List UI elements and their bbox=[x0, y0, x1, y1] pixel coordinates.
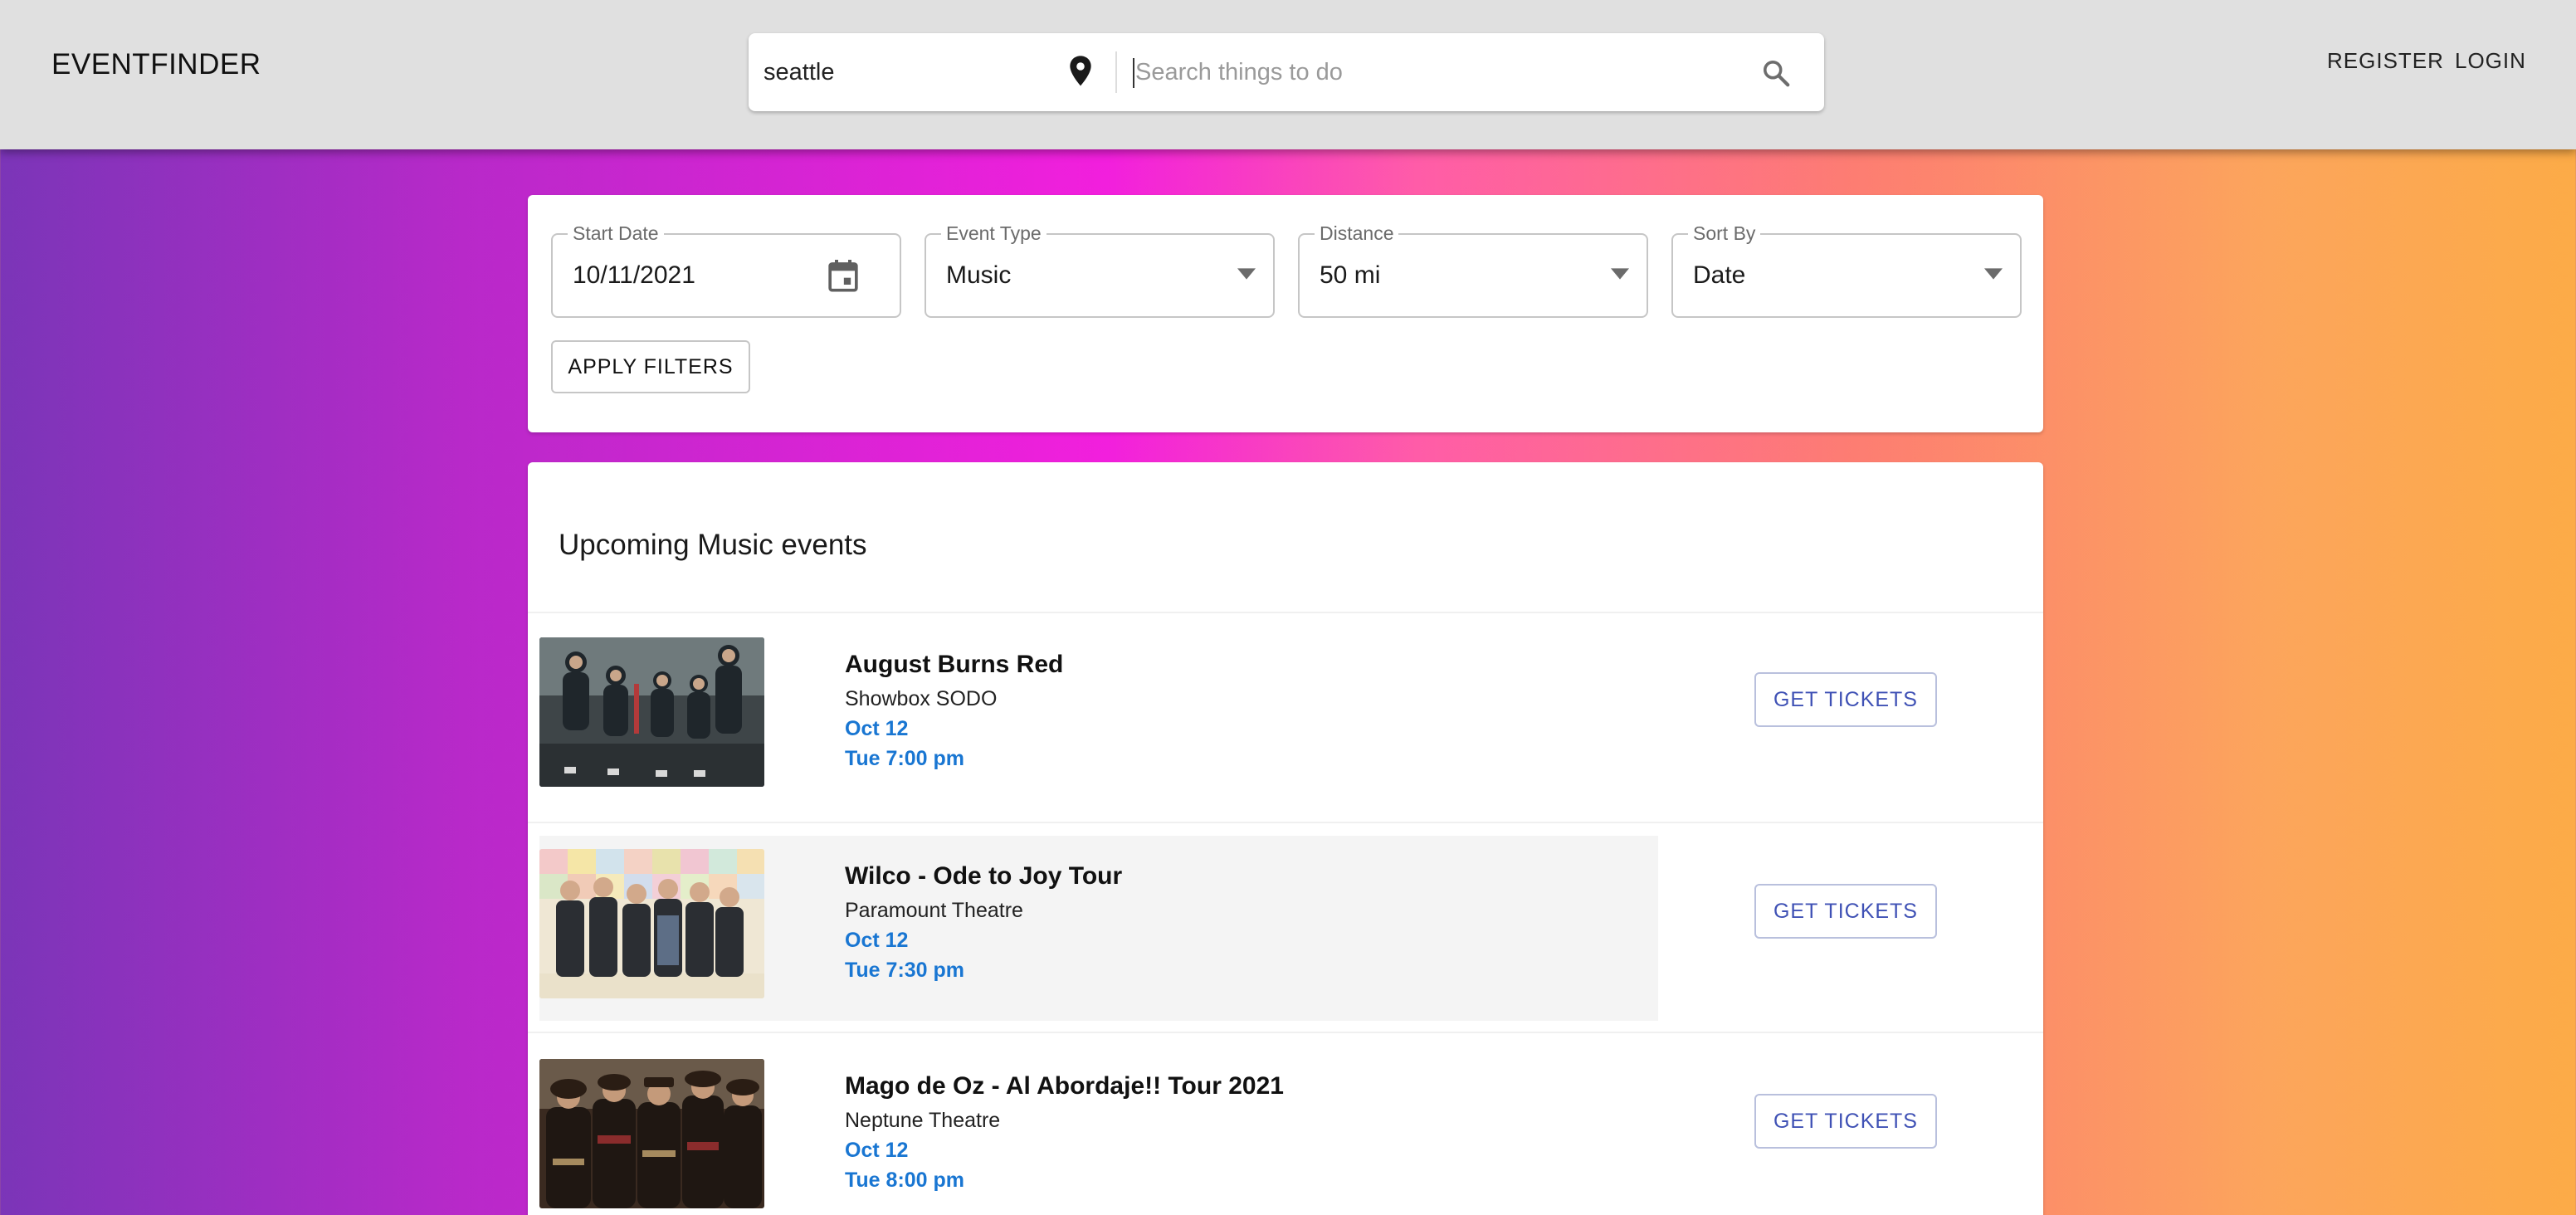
sort-by-label: Sort By bbox=[1688, 222, 1761, 245]
get-tickets-button[interactable]: GET TICKETS bbox=[1754, 884, 1937, 939]
event-date: Oct 12 bbox=[845, 929, 909, 952]
search-icon[interactable] bbox=[1761, 58, 1791, 92]
distance-select[interactable]: Distance 50 mi bbox=[1298, 222, 1648, 318]
location-pin-icon[interactable] bbox=[1067, 55, 1094, 92]
apply-filters-button[interactable]: APPLY FILTERS bbox=[551, 340, 750, 393]
events-list-panel: Upcoming Music events August Burns Red S… bbox=[528, 462, 2043, 1215]
location-input[interactable] bbox=[764, 33, 1062, 111]
login-link[interactable]: LOGIN bbox=[2455, 48, 2526, 74]
distance-label: Distance bbox=[1315, 222, 1399, 245]
event-row[interactable]: Wilco - Ode to Joy Tour Paramount Theatr… bbox=[539, 836, 2033, 1021]
start-date-field[interactable]: Start Date 10/11/2021 bbox=[551, 222, 901, 318]
get-tickets-button[interactable]: GET TICKETS bbox=[1754, 672, 1937, 727]
event-thumbnail[interactable] bbox=[539, 849, 764, 998]
event-type-value[interactable]: Music bbox=[946, 261, 1011, 290]
event-venue: Showbox SODO bbox=[845, 687, 998, 710]
event-date: Oct 12 bbox=[845, 1139, 909, 1162]
dropdown-arrow-icon[interactable] bbox=[1611, 268, 1629, 284]
register-link[interactable]: REGISTER bbox=[2327, 48, 2444, 74]
search-bar bbox=[749, 33, 1824, 111]
event-thumbnail[interactable] bbox=[539, 1059, 764, 1208]
text-cursor bbox=[1133, 58, 1134, 88]
event-row[interactable]: August Burns Red Showbox SODO Oct 12 Tue… bbox=[539, 624, 2033, 809]
search-input[interactable] bbox=[1135, 33, 1749, 111]
event-title[interactable]: Wilco - Ode to Joy Tour bbox=[845, 862, 1122, 891]
divider bbox=[528, 822, 2043, 823]
get-tickets-button[interactable]: GET TICKETS bbox=[1754, 1094, 1937, 1149]
event-type-label: Event Type bbox=[941, 222, 1046, 245]
event-row[interactable]: Mago de Oz - Al Abordaje!! Tour 2021 Nep… bbox=[539, 1046, 2033, 1215]
start-date-label: Start Date bbox=[568, 222, 664, 245]
event-time: Tue 7:00 pm bbox=[845, 747, 965, 770]
event-title[interactable]: August Burns Red bbox=[845, 651, 1063, 679]
event-date: Oct 12 bbox=[845, 717, 909, 740]
event-time: Tue 8:00 pm bbox=[845, 1169, 965, 1192]
event-venue: Neptune Theatre bbox=[845, 1109, 1001, 1132]
event-title[interactable]: Mago de Oz - Al Abordaje!! Tour 2021 bbox=[845, 1072, 1284, 1100]
event-time: Tue 7:30 pm bbox=[845, 959, 965, 982]
distance-value[interactable]: 50 mi bbox=[1320, 261, 1380, 290]
sort-by-select[interactable]: Sort By Date bbox=[1671, 222, 2022, 318]
dropdown-arrow-icon[interactable] bbox=[1984, 268, 2003, 284]
dropdown-arrow-icon[interactable] bbox=[1237, 268, 1256, 284]
app-bar: EVENTFINDER REGISTER LOGIN bbox=[0, 0, 2576, 149]
divider bbox=[528, 1032, 2043, 1033]
brand-logo[interactable]: EVENTFINDER bbox=[51, 48, 261, 81]
events-heading: Upcoming Music events bbox=[559, 529, 867, 561]
start-date-value[interactable]: 10/11/2021 bbox=[573, 261, 695, 290]
event-type-select[interactable]: Event Type Music bbox=[925, 222, 1275, 318]
calendar-icon[interactable] bbox=[827, 258, 860, 299]
search-divider bbox=[1115, 51, 1117, 93]
sort-by-value[interactable]: Date bbox=[1693, 261, 1745, 290]
filter-panel: Start Date 10/11/2021 Event Type Music D… bbox=[528, 195, 2043, 432]
divider bbox=[528, 612, 2043, 613]
event-thumbnail[interactable] bbox=[539, 637, 764, 787]
event-venue: Paramount Theatre bbox=[845, 899, 1023, 922]
